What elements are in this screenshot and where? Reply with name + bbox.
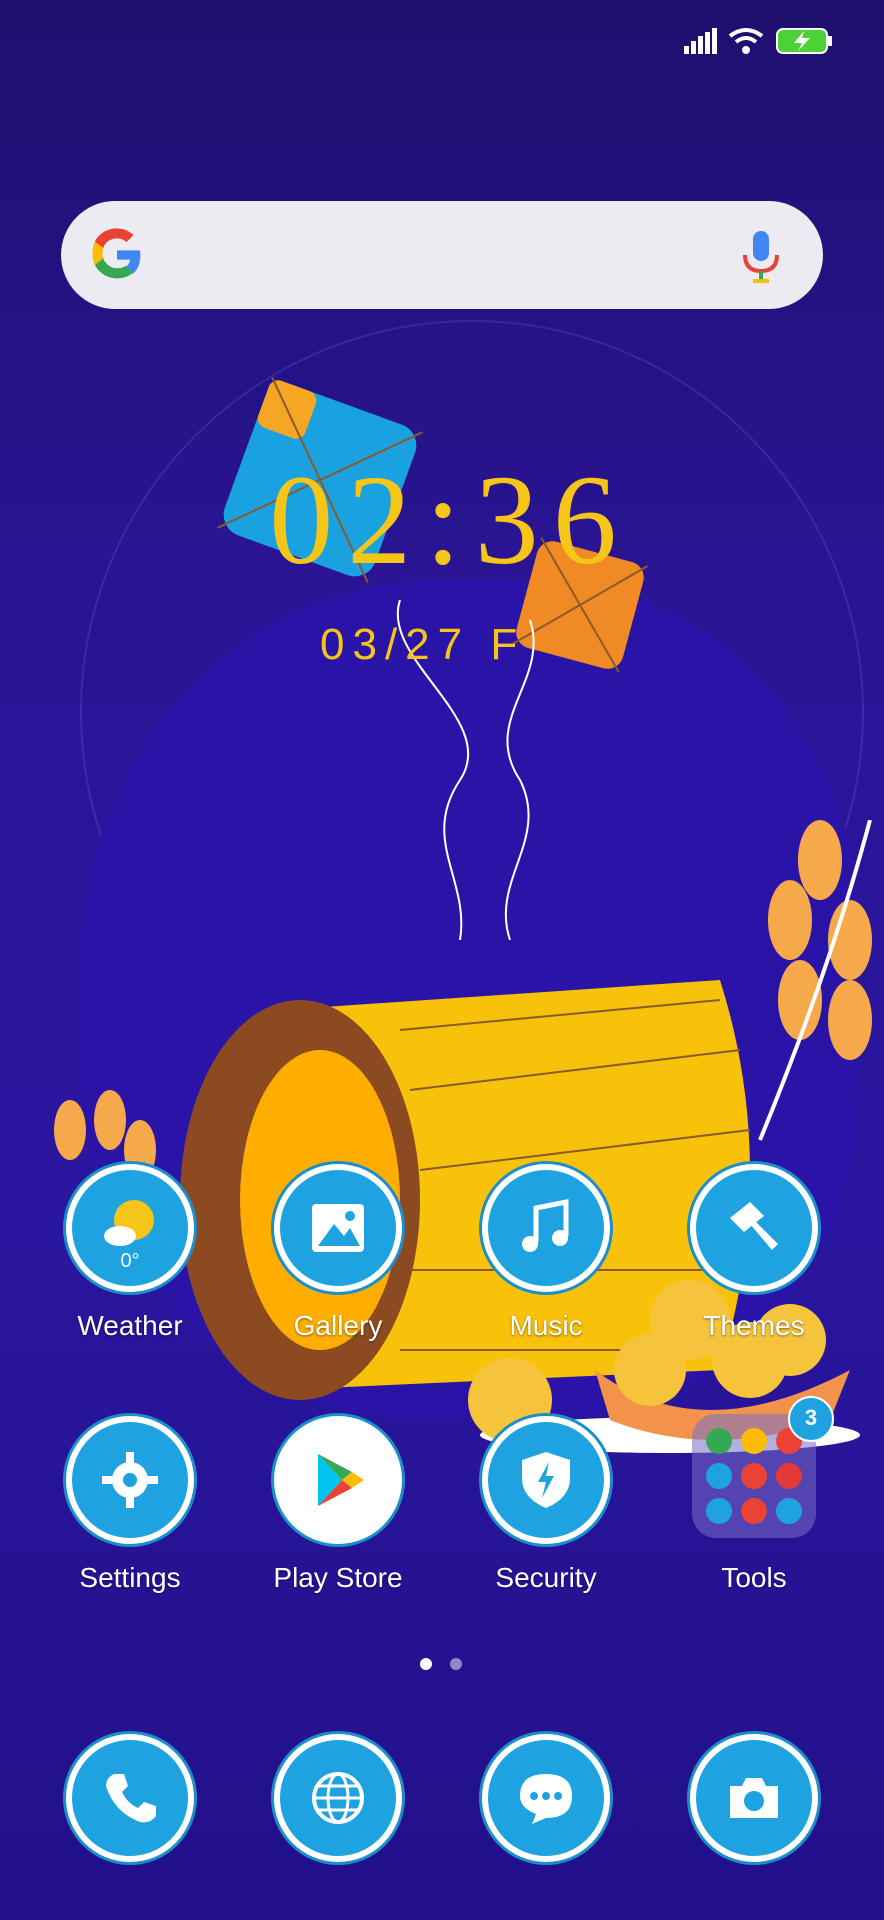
app-label: Security	[495, 1562, 597, 1593]
dock-camera[interactable]	[664, 1740, 844, 1890]
folder-tools[interactable]: 3 Tools	[664, 1396, 844, 1642]
page-indicator	[420, 1658, 480, 1674]
dock-messages[interactable]	[456, 1740, 636, 1890]
app-security[interactable]: Security	[456, 1422, 636, 1642]
clock-widget-date[interactable]: 03/27 F	[320, 620, 525, 670]
play-store-icon	[280, 1422, 396, 1538]
status-bar	[0, 0, 884, 80]
browser-globe-icon	[280, 1740, 396, 1856]
app-label: Play Store	[273, 1562, 403, 1593]
app-music[interactable]: Music	[456, 1170, 636, 1390]
battery-charging-icon	[776, 28, 832, 54]
app-play-store[interactable]: Play Store	[248, 1422, 428, 1642]
app-label: Settings	[79, 1562, 181, 1593]
google-search-bar[interactable]	[61, 201, 823, 309]
gear-icon	[72, 1422, 188, 1538]
app-label: Weather	[77, 1310, 183, 1341]
shield-icon	[488, 1422, 604, 1538]
music-note-icon	[488, 1170, 604, 1286]
camera-icon	[696, 1740, 812, 1856]
app-weather[interactable]: 0° Weather	[40, 1170, 220, 1390]
image-icon	[280, 1170, 396, 1286]
dock-phone[interactable]	[40, 1740, 220, 1890]
page-dot-active	[420, 1658, 432, 1670]
notification-badge: 3	[788, 1396, 834, 1442]
weather-icon: 0°	[72, 1170, 188, 1286]
app-gallery[interactable]: Gallery	[248, 1170, 428, 1390]
dock-browser[interactable]	[248, 1740, 428, 1890]
app-themes[interactable]: Themes	[664, 1170, 844, 1390]
page-dot	[450, 1658, 462, 1670]
wifi-icon	[728, 28, 764, 54]
messages-icon	[488, 1740, 604, 1856]
app-settings[interactable]: Settings	[40, 1422, 220, 1642]
phone-icon	[72, 1740, 188, 1856]
app-label: Themes	[703, 1310, 805, 1341]
clock-widget-time[interactable]: 02:36	[240, 455, 660, 585]
google-logo	[92, 228, 141, 279]
app-label: Gallery	[293, 1310, 383, 1341]
app-label: Music	[509, 1310, 583, 1341]
wheat-illustration	[758, 820, 872, 1141]
weather-temperature: 0°	[120, 1250, 140, 1272]
mic-icon[interactable]	[739, 229, 783, 285]
app-label: Tools	[721, 1562, 787, 1593]
signal-icon	[684, 28, 717, 54]
paintbrush-icon	[696, 1170, 812, 1286]
